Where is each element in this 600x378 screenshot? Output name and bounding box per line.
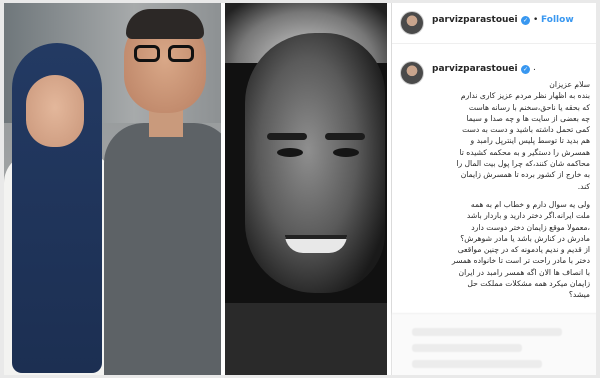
caption-line: مادرش در کنارش باشد یا مادر شوهرش؟ xyxy=(460,233,590,243)
caption-line: زایمان میکرد همه مشکلات مملکت حل xyxy=(467,279,590,289)
caption-line: سلام عزیزان xyxy=(549,80,590,89)
caption-line: ،معمولا موقع زایمان دختر دوست دارد xyxy=(471,222,590,232)
comment-avatar[interactable] xyxy=(400,61,424,85)
profile-avatar[interactable] xyxy=(400,11,424,35)
caption-line: با انصاف ها الان اگه همسر رامبد در ایران xyxy=(458,267,591,277)
caption-comment: parvizparastouei ✓ . سلام عزیزان بنده به… xyxy=(392,43,596,313)
portrait-photo xyxy=(225,3,387,375)
caption-line: همسرش را دستگیر و به محکمه کشیده تا xyxy=(459,147,590,157)
screenshot-collage: parvizparastouei ✓ • Follow parvizparast… xyxy=(4,3,596,375)
caption-line: میشد؟ xyxy=(568,290,590,300)
caption-line: ملت ایرانه.اگر دختر دارید و باردار باشد xyxy=(466,211,590,221)
caption-line: به خارج از کشور برده تا همسرش زایمان xyxy=(460,170,590,180)
caption-line: ولی یه سوال دارم و خطاب ام به همه xyxy=(470,199,590,209)
caption-line: که بحقه یا ناحق،سخنم با رسانه هاست xyxy=(468,102,590,112)
caption-line: چه بعضی از سایت ها و چه صدا و سیما xyxy=(466,113,590,123)
instagram-post-panel: parvizparastouei ✓ • Follow parvizparast… xyxy=(391,3,596,375)
caption-line: دختر با مادر راحت تر است تا خانواده همسر xyxy=(451,256,590,266)
follow-button[interactable]: Follow xyxy=(541,15,574,25)
separator-dot: • xyxy=(533,15,539,25)
profile-username[interactable]: parvizparastouei xyxy=(432,15,518,25)
comment-dot: . xyxy=(533,63,536,73)
caption-line: محاکمه شان کنند،که چرا پول بیت المال را xyxy=(456,159,590,169)
caption-text: سلام عزیزان بنده به اظهار نظر مردم عزیز … xyxy=(430,79,590,301)
caption-line: از قدیم و ندیم یادمونه که در چنین مواقعی xyxy=(457,245,590,255)
verified-badge-icon: ✓ xyxy=(521,65,530,74)
caption-line: کمی تحمل داشته باشید و دست به دست xyxy=(462,125,590,135)
caption-line: کند. xyxy=(577,181,590,191)
couple-photo xyxy=(4,3,221,375)
comment-username[interactable]: parvizparastouei xyxy=(432,64,518,74)
glasses xyxy=(132,45,198,63)
caption-line: هم بدید تا توسط پلیس اینترپل رامبد و xyxy=(470,136,590,146)
caption-line: بنده به اظهار نظر مردم عزیز کاری ندارم xyxy=(460,91,590,101)
verified-badge-icon: ✓ xyxy=(521,16,530,25)
blurred-post-footer xyxy=(392,313,596,375)
post-header: parvizparastouei ✓ • Follow xyxy=(392,3,596,44)
